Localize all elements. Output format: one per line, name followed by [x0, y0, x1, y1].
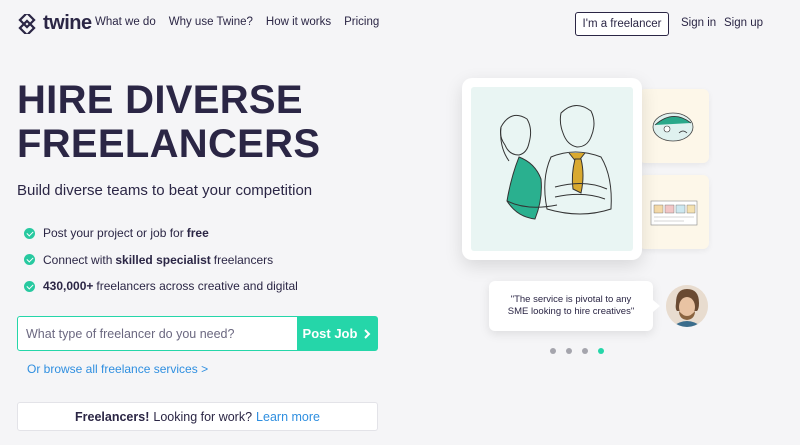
feature-highlight: free	[186, 226, 209, 241]
twine-logo-icon	[18, 13, 36, 34]
logo-text: twine	[43, 12, 92, 34]
learn-more-link[interactable]: Learn more	[256, 410, 320, 424]
feature-item: Connect with skilled specialist freelanc…	[24, 247, 298, 274]
hero-title-line-1: HIRE DIVERSE	[17, 78, 303, 122]
feature-text-suffix: freelancers	[213, 252, 274, 267]
person-avatar-icon	[666, 285, 708, 327]
sign-in-link[interactable]: Sign in	[681, 17, 716, 29]
site-header: twine What we do Why use Twine? How it w…	[0, 0, 800, 48]
nav-how-it-works[interactable]: How it works	[266, 16, 331, 28]
illustration-thumbnail-icon	[652, 112, 694, 142]
nav-why-use-twine[interactable]: Why use Twine?	[169, 16, 253, 28]
im-a-freelancer-button[interactable]: I'm a freelancer	[575, 12, 669, 36]
testimonial-avatar	[666, 285, 708, 327]
feature-text: Connect with	[43, 252, 113, 267]
post-job-label: Post Job	[302, 326, 358, 341]
nav-what-we-do[interactable]: What we do	[95, 16, 156, 28]
featured-illustration-card	[462, 78, 642, 260]
carousel-dots	[550, 348, 604, 354]
check-icon	[24, 227, 35, 239]
main-nav: What we do Why use Twine? How it works P…	[95, 16, 392, 28]
post-job-button[interactable]: Post Job	[297, 317, 377, 350]
feature-item: 430,000+ freelancers across creative and…	[24, 273, 298, 300]
freelancers-illustration-icon	[500, 105, 612, 220]
freelancer-search-input[interactable]	[18, 317, 297, 350]
job-search-form: Post Job	[17, 316, 378, 351]
chevron-right-icon	[364, 328, 371, 339]
quote-line-1: "The service is pivotal to any	[510, 294, 632, 305]
side-card-bottom	[639, 175, 709, 249]
nav-pricing[interactable]: Pricing	[344, 16, 379, 28]
feature-text: Post your project or job for	[43, 226, 184, 241]
carousel-dot[interactable]	[550, 348, 556, 354]
freelancer-banner: Freelancers! Looking for work? Learn mor…	[17, 402, 378, 431]
feature-list: Post your project or job for free Connec…	[24, 220, 298, 300]
feature-item: Post your project or job for free	[24, 220, 298, 247]
carousel-dot[interactable]	[582, 348, 588, 354]
storyboard-thumbnail-icon	[650, 200, 698, 226]
banner-text: Looking for work?	[153, 409, 253, 424]
side-card-top	[639, 89, 709, 163]
sign-up-link[interactable]: Sign up	[724, 17, 763, 29]
carousel-dot[interactable]	[566, 348, 572, 354]
hero-subtitle: Build diverse teams to beat your competi…	[17, 182, 313, 199]
illustration-frame	[471, 87, 633, 251]
check-icon	[24, 254, 35, 266]
hero-title-line-2: FREELANCERS	[17, 122, 321, 166]
feature-highlight: 430,000+	[43, 279, 94, 294]
logo[interactable]: twine	[17, 12, 92, 35]
quote-line-2: SME looking to hire creatives"	[507, 306, 635, 317]
feature-text-suffix: freelancers across creative and digital	[96, 279, 298, 294]
feature-highlight: skilled specialist	[115, 252, 211, 267]
hero-title: HIRE DIVERSE FREELANCERS	[17, 78, 357, 166]
testimonial-quote: "The service is pivotal to any SME looki…	[489, 281, 660, 331]
check-icon	[24, 280, 35, 292]
carousel-dot-active[interactable]	[598, 348, 604, 354]
browse-services-link[interactable]: Or browse all freelance services >	[27, 362, 208, 376]
banner-bold-text: Freelancers!	[75, 409, 150, 424]
